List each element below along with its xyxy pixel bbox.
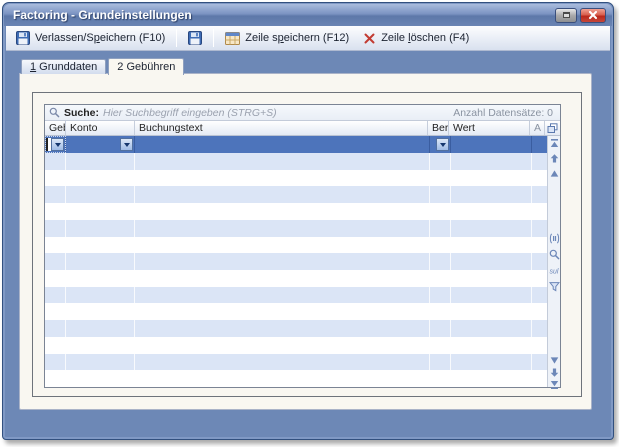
toolbar-separator xyxy=(213,29,214,47)
a-edit-cell[interactable] xyxy=(532,136,547,153)
chevron-down-icon xyxy=(55,143,61,147)
delete-row-button[interactable]: Zeile löschen (F4) xyxy=(357,30,475,47)
table-row[interactable] xyxy=(45,153,547,170)
last-row-button[interactable] xyxy=(549,379,560,390)
konto-dropdown-button[interactable] xyxy=(120,138,133,151)
magnifier-icon xyxy=(549,249,560,260)
column-chooser-button[interactable] xyxy=(545,121,560,135)
grid-nav-strip: sul xyxy=(547,136,560,387)
red-x-icon xyxy=(363,32,376,45)
next-row-button[interactable] xyxy=(549,355,560,366)
page-down-button[interactable] xyxy=(549,367,560,378)
summary-icon: sul xyxy=(549,265,560,276)
toolbar: Verlassen/Speichern (F10) Zeile speicher… xyxy=(6,26,610,51)
grid-body: sul xyxy=(45,136,560,387)
buchungstext-edit-cell[interactable] xyxy=(135,136,430,153)
table-row[interactable] xyxy=(45,270,547,287)
titlebar[interactable]: Factoring - Grundeinstellungen xyxy=(4,4,612,26)
window-title: Factoring - Grundeinstellungen xyxy=(13,8,192,22)
zoom-button[interactable] xyxy=(549,249,560,260)
tab-panel-gebuehren: Suche: Anzahl Datensätze: 0 Geb Konto Bu… xyxy=(19,73,592,410)
triangle-down-icon xyxy=(549,355,560,366)
table-row[interactable] xyxy=(45,237,547,254)
chevron-down-icon xyxy=(124,143,130,147)
table-row[interactable] xyxy=(45,220,547,237)
tab-gebuehren[interactable]: 2 Gebühren xyxy=(108,58,184,75)
search-icon xyxy=(49,107,60,118)
restore-button[interactable] xyxy=(555,8,577,23)
exit-save-button[interactable]: Verlassen/Speichern (F10) xyxy=(10,29,171,47)
floppy-disk-icon xyxy=(188,31,202,45)
selected-row[interactable] xyxy=(45,136,547,153)
table-row[interactable] xyxy=(45,203,547,220)
bere-dropdown-button[interactable] xyxy=(436,138,449,151)
search-input[interactable] xyxy=(103,107,453,119)
svg-text:sul: sul xyxy=(550,269,559,276)
table-row[interactable] xyxy=(45,186,547,203)
save-button[interactable] xyxy=(182,29,208,47)
table-card-icon xyxy=(225,32,240,45)
page-up-icon xyxy=(549,153,560,164)
stacked-cards-icon xyxy=(547,123,558,134)
floppy-disk-icon xyxy=(16,31,30,45)
table-row[interactable] xyxy=(45,320,547,337)
previous-row-button[interactable] xyxy=(549,168,560,179)
table-row[interactable] xyxy=(45,370,547,387)
delete-row-label: Zeile löschen (F4) xyxy=(381,32,469,44)
wert-edit-cell[interactable] xyxy=(451,136,532,153)
column-header-konto[interactable]: Konto xyxy=(66,121,135,135)
table-row[interactable] xyxy=(45,170,547,187)
window-controls xyxy=(555,8,606,23)
konto-edit-cell[interactable] xyxy=(66,136,135,153)
geb-dropdown-button[interactable] xyxy=(51,138,64,151)
grid-search-bar: Suche: Anzahl Datensätze: 0 xyxy=(45,105,560,121)
column-header-wert[interactable]: Wert xyxy=(449,121,530,135)
data-grid: Suche: Anzahl Datensätze: 0 Geb Konto Bu… xyxy=(44,104,561,388)
first-row-button[interactable] xyxy=(549,138,560,149)
record-count: Anzahl Datensätze: 0 xyxy=(453,107,556,119)
fit-columns-icon xyxy=(549,233,560,244)
close-icon xyxy=(588,10,598,20)
table-row[interactable] xyxy=(45,337,547,354)
column-header-buchungstext[interactable]: Buchungstext xyxy=(135,121,428,135)
filter-button[interactable] xyxy=(549,281,560,292)
fit-columns-button[interactable] xyxy=(549,233,560,244)
filter-icon xyxy=(549,281,560,292)
bere-edit-cell[interactable] xyxy=(430,136,451,153)
restore-icon xyxy=(563,12,570,18)
last-row-icon xyxy=(549,379,560,390)
search-label: Suche: xyxy=(64,107,99,119)
save-row-label: Zeile speichern (F12) xyxy=(245,32,349,44)
exit-save-label: Verlassen/Speichern (F10) xyxy=(35,32,165,44)
page-up-button[interactable] xyxy=(549,153,560,164)
table-row[interactable] xyxy=(45,253,547,270)
triangle-up-icon xyxy=(549,168,560,179)
tab-grunddaten[interactable]: 1 Grunddaten xyxy=(21,59,106,74)
page-down-icon xyxy=(549,367,560,378)
table-row[interactable] xyxy=(45,287,547,304)
toolbar-separator xyxy=(176,29,177,47)
app-window: Factoring - Grundeinstellungen Verlassen… xyxy=(2,2,614,440)
empty-rows xyxy=(45,153,547,387)
table-row[interactable] xyxy=(45,354,547,371)
column-header-a[interactable]: A xyxy=(530,121,545,135)
chevron-down-icon xyxy=(440,143,446,147)
column-header-geb[interactable]: Geb xyxy=(45,121,66,135)
save-row-button[interactable]: Zeile speichern (F12) xyxy=(219,30,355,47)
summary-button[interactable]: sul xyxy=(549,265,560,276)
grid-header-row: Geb Konto Buchungstext Bere Wert A xyxy=(45,121,560,136)
grid-rows xyxy=(45,136,547,387)
tab-strip: 1 Grunddaten 2 Gebühren xyxy=(21,56,184,74)
column-header-bere[interactable]: Bere xyxy=(428,121,449,135)
first-row-icon xyxy=(549,138,560,149)
close-button[interactable] xyxy=(580,8,606,23)
geb-edit-cell[interactable] xyxy=(45,136,66,153)
table-row[interactable] xyxy=(45,303,547,320)
